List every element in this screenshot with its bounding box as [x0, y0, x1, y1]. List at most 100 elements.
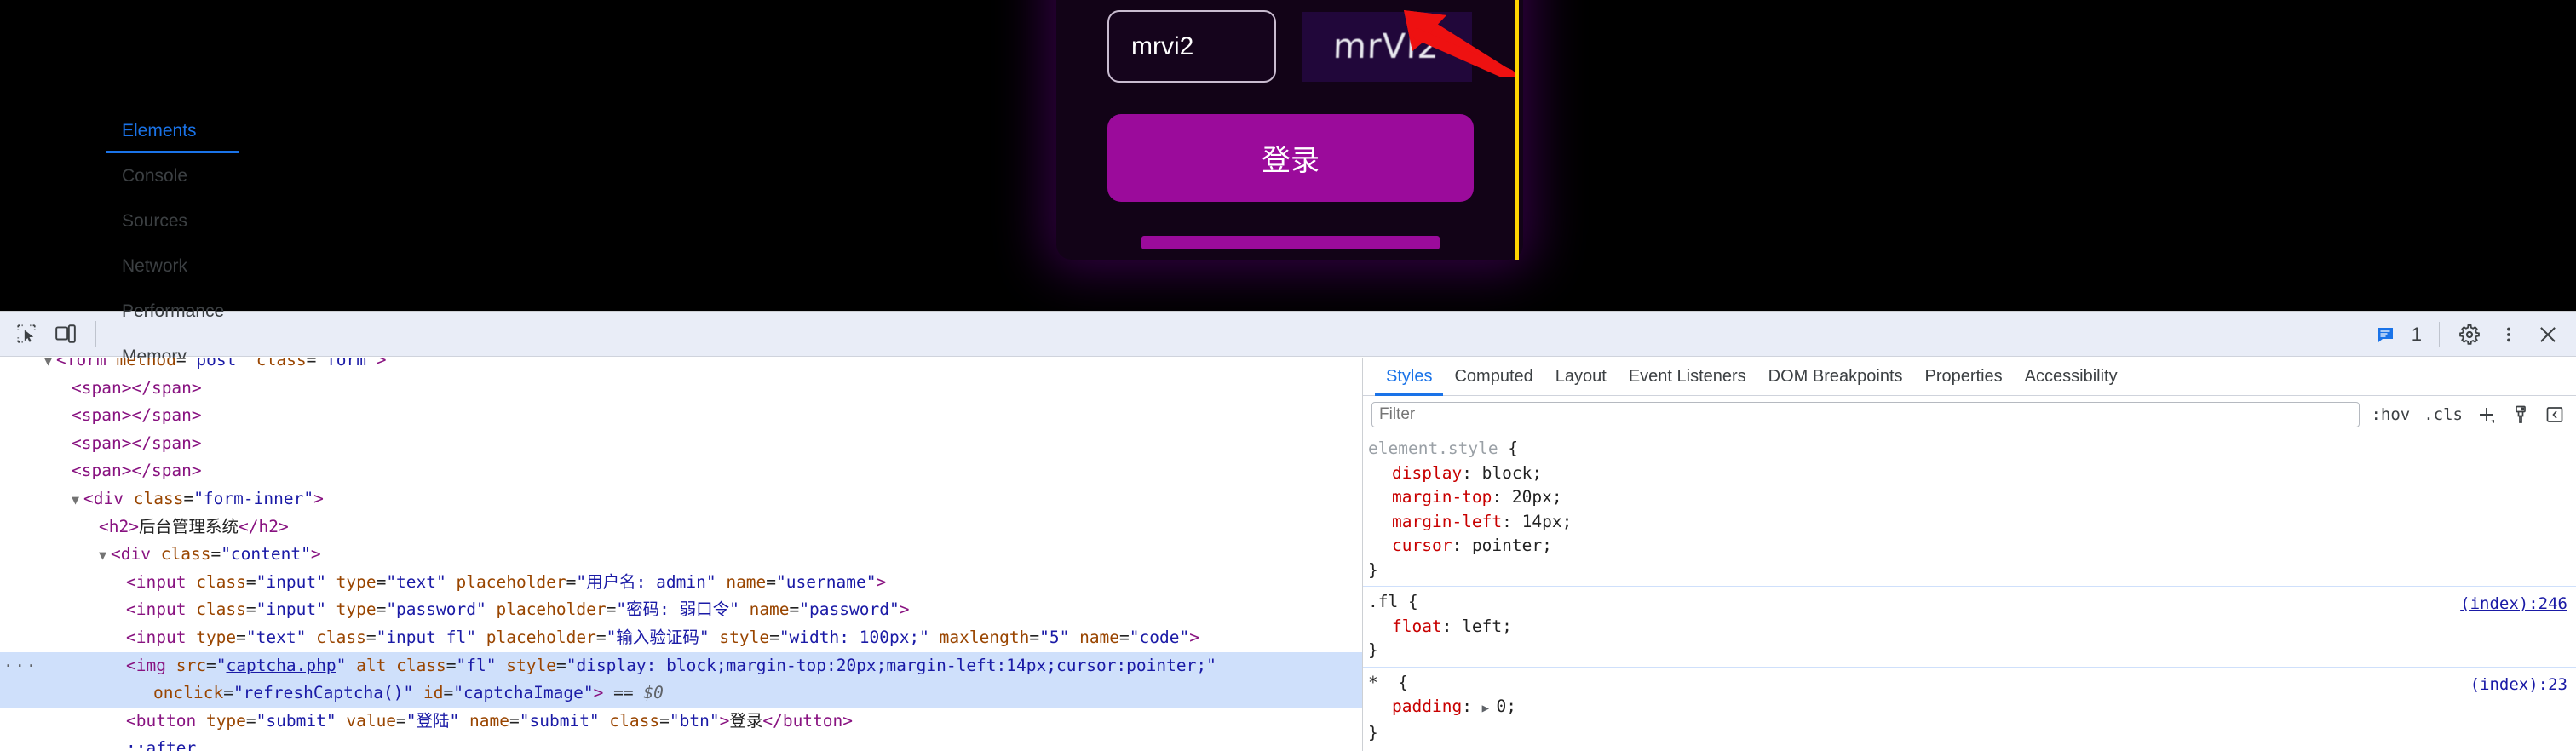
dom-token-eq: = [223, 683, 233, 703]
css-declaration[interactable]: float: left; [1368, 615, 2576, 639]
css-rule-selector[interactable]: * { [1368, 671, 2576, 696]
css-property-value[interactable]: pointer; [1472, 536, 1552, 555]
dom-token-tag: span [81, 405, 122, 426]
styles-tab-dom-breakpoints[interactable]: DOM Breakpoints [1757, 358, 1914, 396]
css-rule[interactable]: element.style {display: block; margin-top… [1363, 433, 2576, 586]
dom-token-attr: id [423, 683, 444, 703]
styles-tab-computed[interactable]: Computed [1443, 358, 1544, 396]
dom-line-gutter-ellipsis[interactable]: ··· [3, 652, 37, 680]
close-icon[interactable] [2528, 316, 2567, 353]
captcha-input[interactable] [1107, 10, 1276, 83]
dom-node-line[interactable]: <span></span> [0, 430, 1362, 458]
css-property-value[interactable]: left; [1462, 616, 1512, 636]
dom-node-line[interactable]: <button type="submit" value="登陆" name="s… [0, 708, 1362, 736]
console-messages-icon[interactable] [2366, 316, 2405, 353]
dom-expand-toggle[interactable]: ▼ [44, 358, 56, 376]
css-property-name[interactable]: padding [1368, 697, 1462, 716]
dom-token-sp [634, 683, 644, 702]
css-rule[interactable]: (index):23 * {padding: ▶ 0;} [1363, 666, 2576, 749]
dom-expand-toggle[interactable]: ▼ [72, 486, 83, 514]
css-declaration[interactable]: padding: ▶ 0; [1368, 695, 2576, 721]
css-property-name[interactable]: margin-top [1368, 487, 1492, 507]
styles-tab-properties[interactable]: Properties [1914, 358, 2014, 396]
dom-token-punc: > [1189, 627, 1199, 647]
dom-node-line[interactable]: <h2>后台管理系统</h2> [0, 513, 1362, 542]
cls-toggle-button[interactable]: .cls [2421, 405, 2465, 424]
dom-token-sp [246, 358, 256, 370]
css-rule[interactable]: (index):246 .fl {float: left;} [1363, 586, 2576, 667]
dom-token-punc: </ [131, 405, 152, 426]
css-declaration[interactable]: cursor: pointer; [1368, 534, 2576, 559]
paintbrush-icon[interactable] [2508, 402, 2533, 427]
dom-node-line[interactable]: <span></span> [0, 457, 1362, 485]
css-property-value[interactable]: 14px; [1522, 512, 1573, 531]
dom-token-punc: < [126, 571, 136, 592]
dom-node-line[interactable]: <input type="text" class="input fl" plac… [0, 624, 1362, 652]
css-shorthand-expand-icon[interactable]: ▶ [1482, 702, 1497, 715]
dom-token-tag: h2 [108, 516, 129, 536]
dom-token-val: "用户名: admin" [576, 571, 716, 592]
css-declaration[interactable]: display: block; [1368, 461, 2576, 486]
dom-node-line[interactable]: ▼ <div class="form-inner"> [0, 485, 1362, 513]
dom-token-val: "submit" [256, 710, 336, 731]
css-rule-selector[interactable]: .fl { [1368, 590, 2576, 615]
css-property-name[interactable]: cursor [1368, 536, 1452, 555]
dom-expand-toggle[interactable]: ▼ [99, 542, 111, 570]
devtools-tab-elements[interactable]: Elements [106, 108, 239, 153]
dom-node-line[interactable]: ::after [0, 735, 1362, 751]
dom-node-line[interactable]: onclick="refreshCaptcha()" id="captchaIm… [0, 679, 1362, 708]
dom-node-line[interactable]: <input class="input" type="text" placeho… [0, 569, 1362, 597]
dom-token-link[interactable]: captcha.php [226, 656, 336, 675]
dom-node-line[interactable]: ··· <img src="captcha.php" alt class="fl"… [0, 651, 1362, 680]
toolbar-right-actions: 1 [2366, 312, 2567, 357]
dom-token-dollar: $0 [643, 683, 664, 703]
panel-toggle-icon[interactable] [2542, 402, 2567, 427]
css-declaration[interactable]: margin-left: 14px; [1368, 510, 2576, 535]
dom-node-line[interactable]: ▼ <div class="content"> [0, 541, 1362, 569]
dom-token-tag: input [135, 599, 187, 620]
dom-token-val: "form" [316, 358, 377, 370]
device-toolbar-icon[interactable] [46, 315, 85, 353]
dom-node-line[interactable]: ▼ <form method="post" class="form"> [0, 358, 1362, 375]
css-rule-origin-link[interactable]: (index):246 [2460, 592, 2567, 616]
css-colon: : [1462, 697, 1482, 716]
dom-token-eq: = [306, 358, 317, 370]
devtools-tab-sources[interactable]: Sources [106, 198, 239, 244]
dom-node-line[interactable]: <input class="input" type="password" pla… [0, 596, 1362, 624]
css-property-value[interactable]: block; [1482, 463, 1542, 483]
gear-icon[interactable] [2450, 316, 2489, 353]
styles-tab-accessibility[interactable]: Accessibility [2014, 358, 2129, 396]
devtools-tab-performance[interactable]: Performance [106, 289, 239, 334]
css-property-value[interactable]: 0; [1497, 697, 1516, 716]
dom-token-attr: type [336, 599, 377, 620]
styles-tab-event-listeners[interactable]: Event Listeners [1618, 358, 1757, 396]
dom-token-eq: = [446, 655, 457, 675]
plus-icon[interactable] [2474, 402, 2499, 427]
login-button[interactable]: 登录 [1107, 114, 1474, 202]
devtools-tab-network[interactable]: Network [106, 244, 239, 289]
styles-filter-input[interactable] [1371, 401, 2360, 427]
inspect-element-icon[interactable] [7, 315, 46, 353]
css-rule-selector[interactable]: element.style { [1368, 437, 2576, 461]
css-property-name[interactable]: margin-left [1368, 512, 1502, 531]
dom-token-eq: = [595, 627, 607, 647]
css-declaration[interactable]: margin-top: 20px; [1368, 485, 2576, 510]
dom-node-line[interactable]: <span></span> [0, 375, 1362, 403]
dom-token-attr: type [205, 710, 246, 731]
more-vertical-icon[interactable] [2489, 316, 2528, 353]
css-property-name[interactable]: float [1368, 616, 1442, 636]
dom-token-attr: method [116, 358, 176, 370]
dom-token-tag: span [81, 461, 122, 481]
console-message-count: 1 [2411, 323, 2422, 345]
css-rule-origin-link[interactable]: (index):23 [2470, 673, 2567, 697]
css-property-value[interactable]: 20px; [1512, 487, 1562, 507]
hov-toggle-button[interactable]: :hov [2368, 405, 2412, 424]
styles-tab-styles[interactable]: Styles [1375, 358, 1443, 396]
devtools-tab-console[interactable]: Console [106, 153, 239, 198]
css-property-name[interactable]: display [1368, 463, 1462, 483]
dom-node-line[interactable]: <span></span> [0, 402, 1362, 430]
dom-token-attr: name [1079, 627, 1120, 647]
dom-tree-pane[interactable]: ▼ <form method="post" class="form"> <span>… [0, 358, 1362, 751]
styles-tab-layout[interactable]: Layout [1544, 358, 1618, 396]
dom-token-punc: < [126, 655, 136, 675]
